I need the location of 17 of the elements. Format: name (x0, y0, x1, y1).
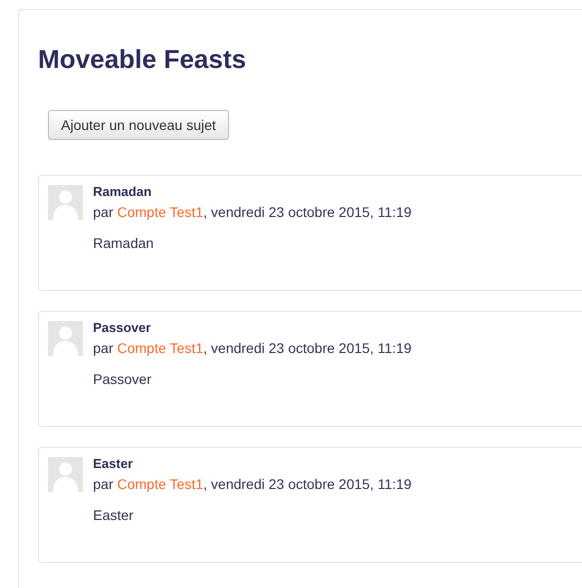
avatar-icon (48, 457, 83, 492)
post-body: Easter (93, 506, 134, 524)
post-subject: Easter (93, 457, 133, 471)
post-byline: par Compte Test1, vendredi 23 octobre 2015, 11:19 (93, 339, 412, 357)
author-link[interactable]: Compte Test1 (117, 476, 204, 492)
post-byline: par Compte Test1, vendredi 23 octobre 2015, 11:19 (93, 203, 412, 221)
author-link[interactable]: Compte Test1 (117, 340, 204, 356)
avatar-icon (48, 321, 83, 356)
post-body: Passover (93, 370, 152, 388)
page-title: Moveable Feasts (38, 43, 246, 76)
add-topic-button[interactable]: Ajouter un nouveau sujet (48, 110, 229, 140)
post-byline: par Compte Test1, vendredi 23 octobre 2015, 11:19 (93, 475, 412, 493)
post-body: Ramadan (93, 234, 154, 252)
post-subject: Passover (93, 321, 151, 335)
avatar-icon (48, 185, 83, 220)
post-subject: Ramadan (93, 185, 152, 199)
author-link[interactable]: Compte Test1 (117, 204, 204, 220)
